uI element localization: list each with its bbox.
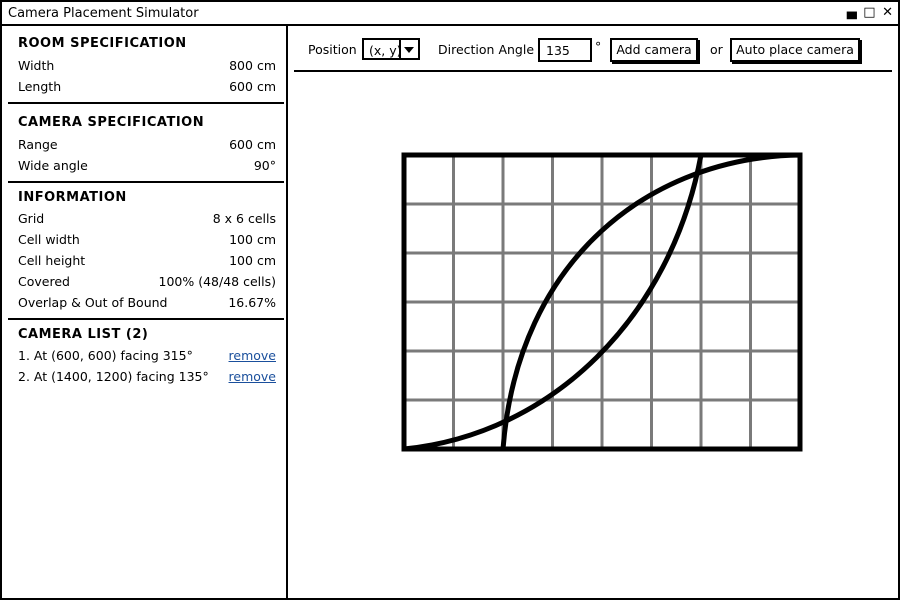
room-width-value: 800 cm — [229, 58, 276, 73]
info-row: Cell height 100 cm — [18, 253, 276, 271]
auto-place-camera-button[interactable]: Auto place camera — [730, 38, 860, 62]
info-value: 100 cm — [229, 232, 276, 247]
info-row: Grid 8 x 6 cells — [18, 211, 276, 229]
info-value: 100 cm — [229, 253, 276, 268]
info-row: Covered 100% (48/48 cells) — [18, 274, 276, 292]
room-width-label: Width — [18, 58, 55, 73]
position-select-value: (x, y) — [369, 43, 402, 58]
info-heading: INFORMATION — [18, 190, 127, 205]
divider — [8, 102, 284, 104]
window-title: Camera Placement Simulator — [8, 6, 199, 21]
direction-angle-label: Direction Angle — [438, 42, 535, 57]
floor-plan-svg[interactable] — [288, 74, 898, 598]
window-controls: ▄ □ ✕ — [847, 5, 894, 20]
camera-range-row: Range 600 cm — [18, 137, 276, 155]
title-bar: Camera Placement Simulator ▄ □ ✕ — [2, 2, 898, 26]
or-text: or — [710, 42, 723, 57]
camera-angle-row: Wide angle 90° — [18, 158, 276, 176]
toolbar-divider — [294, 70, 892, 72]
info-row: Cell width 100 cm — [18, 232, 276, 250]
camera-list-heading: CAMERA LIST (2) — [18, 327, 149, 342]
info-row: Overlap & Out of Bound 16.67% — [18, 295, 276, 313]
toolbar: Position (x, y) Direction Angle 135 ° Ad… — [288, 26, 898, 72]
camera-angle-label: Wide angle — [18, 158, 88, 173]
info-label: Overlap & Out of Bound — [18, 295, 168, 310]
camera-spec-heading: CAMERA SPECIFICATION — [18, 115, 205, 130]
add-camera-button[interactable]: Add camera — [610, 38, 698, 62]
direction-angle-input[interactable]: 135 — [538, 38, 592, 62]
room-length-label: Length — [18, 79, 62, 94]
divider — [8, 181, 284, 183]
room-spec-heading: ROOM SPECIFICATION — [18, 36, 187, 51]
direction-angle-value: 135 — [546, 43, 570, 58]
camera-list-item: 1. At (600, 600) facing 315° remove — [18, 348, 276, 366]
floor-plan-canvas[interactable] — [288, 74, 898, 598]
info-value: 8 x 6 cells — [212, 211, 276, 226]
camera-range-label: Range — [18, 137, 58, 152]
info-label: Covered — [18, 274, 70, 289]
position-label: Position — [308, 42, 357, 57]
camera-item-text: 2. At (1400, 1200) facing 135° — [18, 369, 209, 384]
minimize-icon[interactable]: ▄ — [847, 5, 858, 20]
info-label: Cell width — [18, 232, 80, 247]
room-length-row: Length 600 cm — [18, 79, 276, 97]
degree-symbol: ° — [595, 39, 602, 54]
info-value: 16.67% — [228, 295, 276, 310]
room-width-row: Width 800 cm — [18, 58, 276, 76]
camera-list-item: 2. At (1400, 1200) facing 135° remove — [18, 369, 276, 387]
divider — [8, 318, 284, 320]
info-value: 100% (48/48 cells) — [158, 274, 276, 289]
remove-camera-link[interactable]: remove — [229, 369, 276, 384]
maximize-icon[interactable]: □ — [863, 5, 876, 20]
info-label: Grid — [18, 211, 45, 226]
sidebar: ROOM SPECIFICATION Width 800 cm Length 6… — [2, 26, 288, 598]
info-label: Cell height — [18, 253, 86, 268]
camera-range-value: 600 cm — [229, 137, 276, 152]
close-icon[interactable]: ✕ — [882, 5, 894, 20]
position-select[interactable]: (x, y) — [362, 38, 420, 60]
camera-angle-value: 90° — [253, 158, 276, 173]
remove-camera-link[interactable]: remove — [229, 348, 276, 363]
camera-item-text: 1. At (600, 600) facing 315° — [18, 348, 193, 363]
app-window: Camera Placement Simulator ▄ □ ✕ ROOM SP… — [0, 0, 900, 600]
room-length-value: 600 cm — [229, 79, 276, 94]
chevron-down-icon[interactable] — [399, 40, 418, 58]
